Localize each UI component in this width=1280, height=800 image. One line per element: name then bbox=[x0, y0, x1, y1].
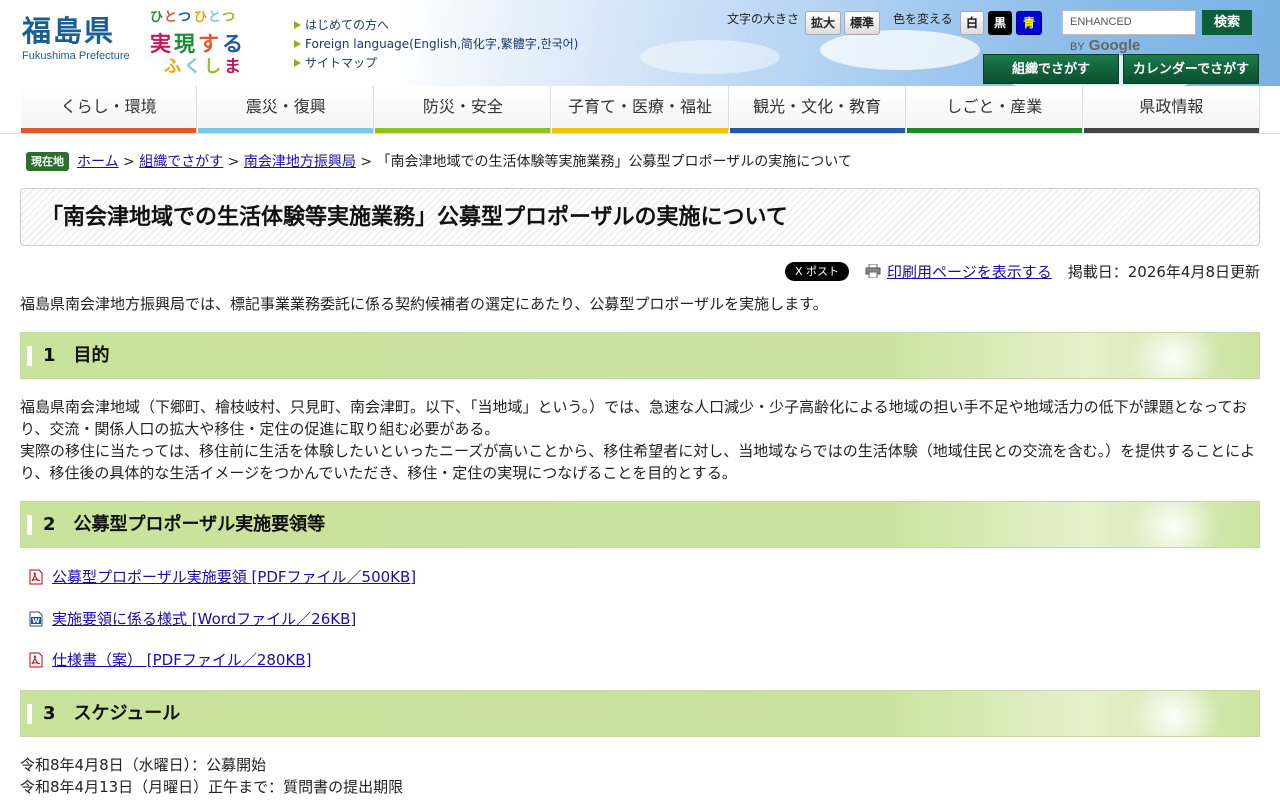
quick-link-sitemap[interactable]: サイトマップ bbox=[294, 54, 578, 73]
slogan-char: つ bbox=[178, 10, 192, 25]
updated-date: 掲載日：2026年4月8日更新 bbox=[1067, 262, 1260, 281]
gnav-item[interactable]: 子育て・医療・福祉 bbox=[551, 86, 729, 133]
color-black-button[interactable]: 黒 bbox=[988, 11, 1012, 35]
purpose-text: 福島県南会津地域（下郷町、檜枝岐村、只見町、南会津町。以下、「当地域」という。）… bbox=[20, 396, 1260, 484]
section-heading-purpose: 1 目的 bbox=[20, 332, 1260, 379]
gnav-item[interactable]: 震災・復興 bbox=[197, 86, 375, 133]
slogan-char: く bbox=[184, 57, 201, 77]
slogan-char: ひ bbox=[194, 10, 208, 25]
gnav-item[interactable]: くらし・環境 bbox=[20, 86, 198, 133]
color-change-label: 色を変える bbox=[893, 12, 953, 26]
breadcrumb-home[interactable]: ホーム bbox=[77, 154, 119, 170]
section-heading-schedule: 3 スケジュール bbox=[20, 690, 1260, 737]
breadcrumb-current: 「南会津地域での生活体験等実施業務」公募型プロポーザルの実施について bbox=[376, 154, 852, 170]
schedule-item: 令和8年4月13日（月曜日）正午まで：質問書の提出期限 bbox=[20, 778, 404, 796]
schedule-item: 令和8年4月8日（水曜日）：公募開始 bbox=[20, 756, 267, 774]
triangle-icon bbox=[294, 21, 301, 29]
slogan-char: つ bbox=[222, 10, 236, 25]
slogan-char: し bbox=[204, 57, 221, 77]
intro-text: 福島県南会津地方振興局では、標記事業業務委託に係る契約候補者の選定にあたり、公募… bbox=[20, 295, 828, 313]
section-heading-guidelines: 2 公募型プロポーザル実施要領等 bbox=[20, 501, 1260, 548]
schedule-text: 令和8年4月8日（水曜日）：公募開始 令和8年4月13日（月曜日）正午まで：質問… bbox=[20, 754, 1260, 798]
global-nav: くらし・環境 震災・復興 防災・安全 子育て・医療・福祉 観光・文化・教育 しごと・産業県… bbox=[20, 86, 1260, 133]
cloud-decoration bbox=[820, 30, 980, 70]
meta-row: X ポスト 印刷用ページを表示する 掲載日：2026年4月8日更新 bbox=[784, 260, 1260, 282]
triangle-icon bbox=[294, 59, 301, 67]
site-header: 福島県 Fukushima Prefecture ひとつひとつ実現するふくしま … bbox=[0, 0, 1280, 86]
quick-link-first-visit[interactable]: はじめての方へ bbox=[294, 16, 578, 35]
slogan-logo: ひとつひとつ実現するふくしま bbox=[150, 6, 248, 78]
page-title: 「南会津地域での生活体験等実施業務」公募型プロポーザルの実施について bbox=[20, 188, 1260, 246]
paragraph: 実際の移住に当たっては、移住前に生活を体験したいといったニーズが高いことから、移… bbox=[20, 442, 1256, 482]
printer-icon bbox=[865, 264, 881, 278]
pdf-icon bbox=[29, 652, 43, 668]
logo-kanji: 福島県 bbox=[22, 14, 116, 48]
font-size-label: 文字の大きさ bbox=[727, 12, 800, 26]
triangle-icon bbox=[294, 40, 301, 48]
search-button[interactable]: 検索 bbox=[1202, 10, 1252, 35]
breadcrumb-office[interactable]: 南会津地方振興局 bbox=[244, 154, 356, 170]
slogan-char: ふ bbox=[164, 57, 181, 77]
gnav-item[interactable]: 防災・安全 bbox=[374, 86, 552, 133]
x-post-button[interactable]: X ポスト bbox=[784, 261, 850, 281]
breadcrumb-org[interactable]: 組織でさがす bbox=[139, 154, 223, 170]
slogan-char: と bbox=[208, 10, 222, 25]
color-white-button[interactable]: 白 bbox=[960, 11, 984, 35]
font-standard-button[interactable]: 標準 bbox=[844, 11, 880, 35]
svg-text:W: W bbox=[32, 617, 40, 625]
prefecture-logo[interactable]: 福島県 Fukushima Prefecture bbox=[22, 14, 130, 62]
slogan-char: ひ bbox=[150, 10, 164, 25]
file-link-guidelines-pdf[interactable]: 公募型プロポーザル実施要領 [PDFファイル／500KB] bbox=[28, 566, 416, 588]
font-larger-button[interactable]: 拡大 bbox=[805, 11, 841, 35]
current-location-badge: 現在地 bbox=[26, 152, 69, 171]
nav-divider bbox=[0, 133, 1280, 134]
calendar-search-button[interactable]: カレンダーでさがす bbox=[1123, 54, 1259, 84]
slogan-char: と bbox=[164, 10, 178, 25]
slogan-char: ま bbox=[224, 57, 241, 77]
breadcrumb: 現在地 ホーム > 組織でさがす > 南会津地方振興局 > 「南会津地域での生活体… bbox=[26, 152, 852, 172]
paragraph: 福島県南会津地域（下郷町、檜枝岐村、只見町、南会津町。以下、「当地域」という。）… bbox=[20, 398, 1248, 438]
color-blue-button[interactable]: 青 bbox=[1016, 11, 1042, 35]
org-search-button[interactable]: 組織でさがす bbox=[983, 54, 1119, 84]
file-link-spec-pdf[interactable]: 仕様書（案） [PDFファイル／280KB] bbox=[28, 649, 311, 671]
gnav-item[interactable]: 県政情報 bbox=[1082, 86, 1260, 133]
quick-links: はじめての方へ Foreign language(English,简化字,繁體字… bbox=[294, 16, 578, 73]
search-input[interactable]: ENHANCED BY Google bbox=[1062, 10, 1196, 54]
print-page-link[interactable]: 印刷用ページを表示する bbox=[887, 261, 1052, 282]
pdf-icon bbox=[29, 569, 43, 585]
cloud-decoration bbox=[640, 40, 780, 74]
gnav-item[interactable]: しごと・産業 bbox=[905, 86, 1083, 133]
logo-roman: Fukushima Prefecture bbox=[22, 50, 130, 62]
file-link-forms-word[interactable]: W 実施要領に係る様式 [Wordファイル／26KB] bbox=[28, 608, 356, 630]
gnav-item[interactable]: 観光・文化・教育 bbox=[728, 86, 906, 133]
quick-link-foreign-language[interactable]: Foreign language(English,简化字,繁體字,한국어) bbox=[294, 35, 578, 54]
word-icon: W bbox=[29, 611, 43, 627]
